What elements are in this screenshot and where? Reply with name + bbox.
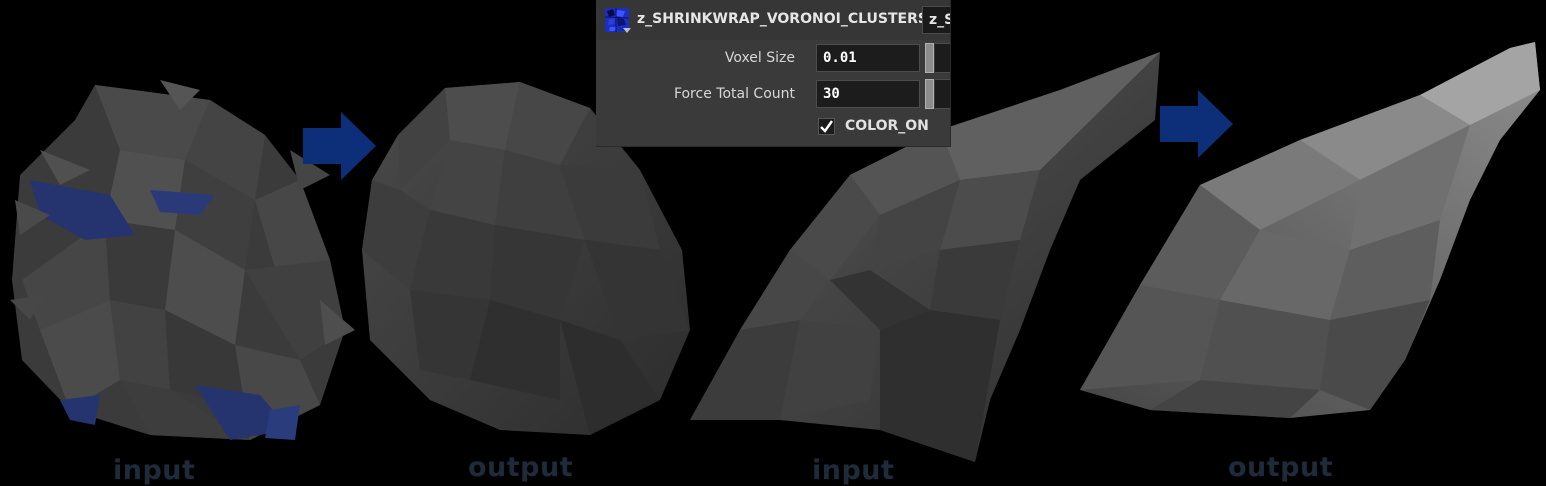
node-name: z_SHRINKWRAP_VORONOI_CLUSTERS — [637, 11, 928, 27]
caption-input-1: input — [113, 455, 196, 486]
force-total-count-field[interactable]: 30 — [816, 80, 920, 108]
voxel-size-field[interactable]: 0.01 — [816, 44, 920, 72]
force-total-count-slider[interactable] — [935, 79, 950, 109]
checkmark-icon — [820, 120, 833, 133]
force-total-count-slider-handle[interactable] — [925, 79, 934, 109]
node-name-field[interactable]: z_S — [922, 6, 950, 34]
color-on-label: COLOR_ON — [845, 118, 929, 134]
arrow-right-icon — [1160, 90, 1233, 158]
caption-output-1: output — [468, 452, 574, 483]
force-total-count-value: 30 — [823, 86, 840, 102]
color-on-checkbox[interactable] — [818, 118, 835, 135]
chevron-down-icon[interactable] — [623, 28, 631, 33]
panel-header: z_SHRINKWRAP_VORONOI_CLUSTERS z_S — [596, 0, 950, 40]
voxel-size-slider[interactable] — [935, 43, 950, 73]
voxel-size-slider-handle[interactable] — [925, 43, 934, 73]
force-total-count-label: Force Total Count — [673, 86, 795, 102]
caption-output-2: output — [1228, 452, 1334, 483]
voxel-size-label: Voxel Size — [724, 50, 795, 66]
caption-input-2: input — [812, 455, 895, 486]
node-name-field-value: z_S — [929, 12, 950, 28]
parameter-panel: z_SHRINKWRAP_VORONOI_CLUSTERS z_S Voxel … — [596, 0, 951, 147]
voxel-size-value: 0.01 — [823, 50, 857, 66]
